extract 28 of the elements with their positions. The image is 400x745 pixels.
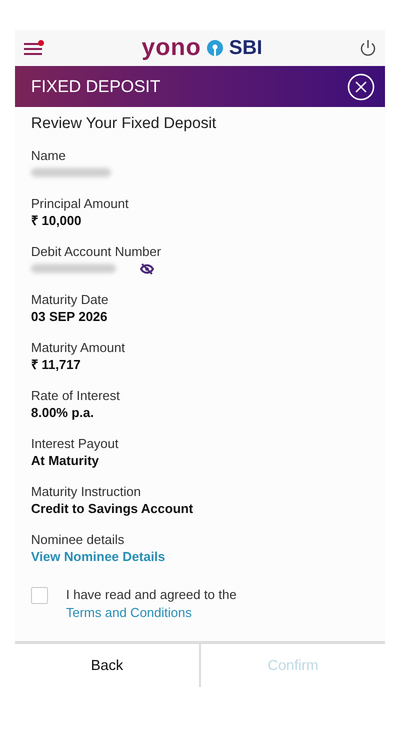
page-title: FIXED DEPOSIT (31, 76, 160, 96)
field-label: Maturity Amount (31, 339, 125, 356)
field-value: 03 SEP 2026 (31, 308, 108, 325)
field-label: Name (31, 147, 66, 164)
terms-link[interactable]: Terms and Conditions (66, 604, 192, 621)
eye-slash-icon[interactable] (140, 262, 154, 274)
logo-text: SBI (228, 38, 262, 58)
close-icon[interactable] (347, 72, 375, 100)
field-label: Nominee details (31, 531, 124, 548)
field-label: Principal Amount (31, 195, 129, 212)
field-value: At Maturity (31, 452, 99, 469)
field-label: Interest Payout (31, 435, 118, 452)
agree-checkbox[interactable] (31, 587, 48, 604)
field-label: Debit Account Number (31, 243, 162, 260)
field-value: Credit to Savings Account (31, 500, 194, 517)
field-label: Rate of Interest (31, 387, 120, 404)
nominee-link[interactable]: View Nominee Details (31, 548, 166, 565)
logo-icon (206, 40, 223, 56)
field-label: Maturity Instruction (31, 483, 141, 500)
logo-text: yono (142, 36, 201, 60)
agreement-text: I have read and agreed to the (66, 586, 237, 604)
menu-icon[interactable] (23, 40, 45, 56)
field-value: ₹ 10,000 (31, 212, 82, 229)
field-label: Maturity Date (31, 291, 108, 308)
field-value: 8.00% p.a. (31, 404, 94, 421)
power-icon[interactable] (358, 39, 377, 57)
field-value: ₹ 11,717 (31, 356, 81, 373)
section-title: Review Your Fixed Deposit (31, 115, 218, 133)
